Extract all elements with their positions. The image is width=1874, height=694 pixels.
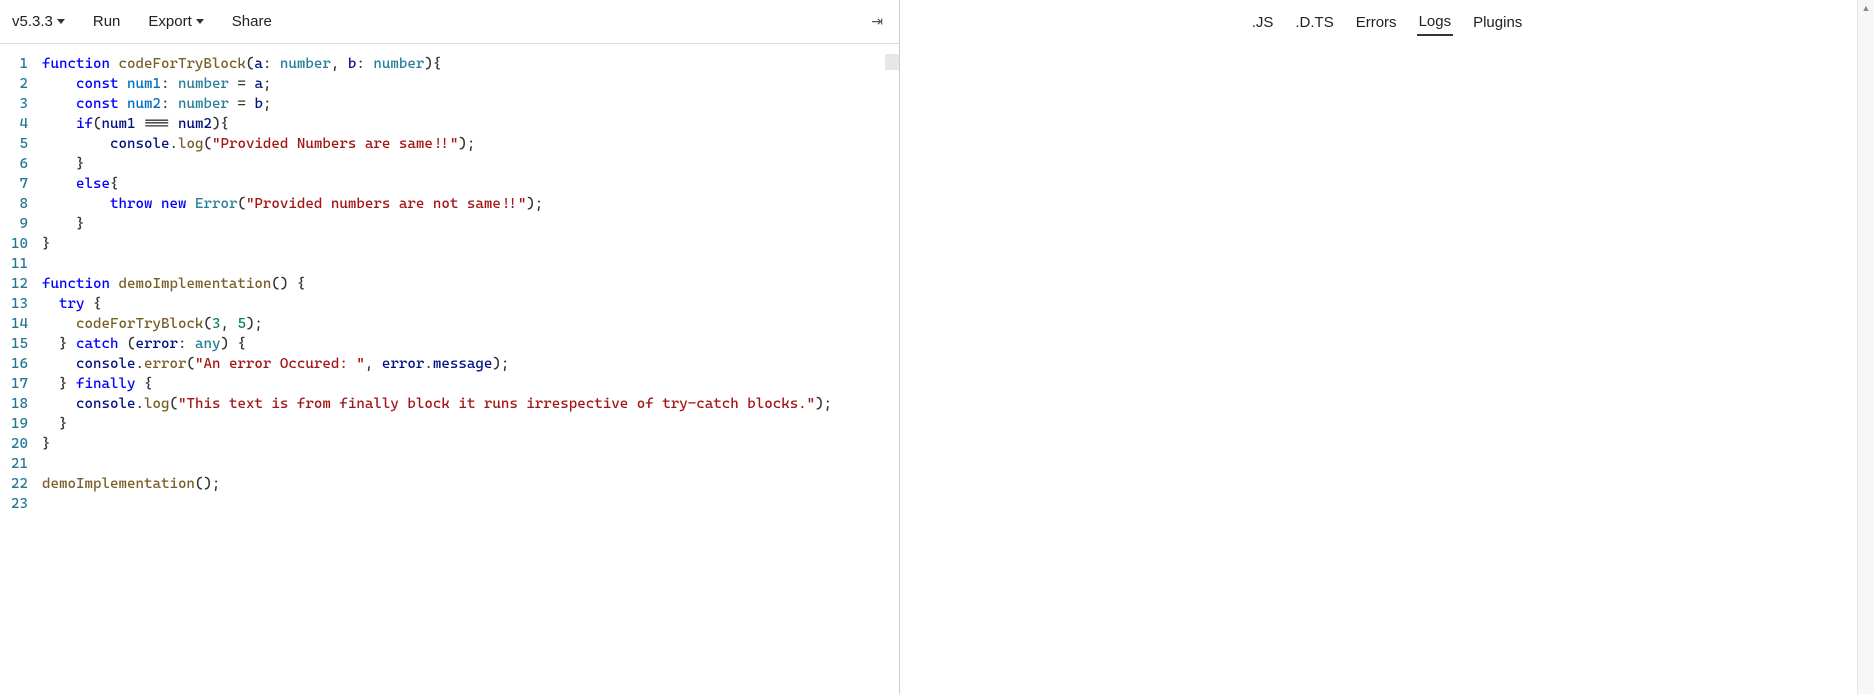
- code-line[interactable]: } catch (error: any) {: [42, 334, 899, 354]
- tab-plugins[interactable]: Plugins: [1471, 10, 1524, 35]
- line-number: 4: [0, 114, 28, 134]
- line-number: 2: [0, 74, 28, 94]
- code-line[interactable]: }: [42, 434, 899, 454]
- logs-output: [900, 44, 1874, 694]
- code-line[interactable]: function demoImplementation() {: [42, 274, 899, 294]
- line-number: 23: [0, 494, 28, 514]
- tab-js-label: .JS: [1252, 14, 1274, 31]
- tab-plugins-label: Plugins: [1473, 14, 1522, 31]
- line-number: 22: [0, 474, 28, 494]
- line-number: 12: [0, 274, 28, 294]
- share-button[interactable]: Share: [232, 13, 272, 30]
- code-line[interactable]: [42, 254, 899, 274]
- code-line[interactable]: else{: [42, 174, 899, 194]
- tab-logs-label: Logs: [1419, 13, 1452, 30]
- line-number: 7: [0, 174, 28, 194]
- line-number: 11: [0, 254, 28, 274]
- editor-panel: v5.3.3 Run Export Share ⇥ 12345678910111…: [0, 0, 900, 694]
- line-number: 16: [0, 354, 28, 374]
- line-number: 19: [0, 414, 28, 434]
- output-tabs: .JS .D.TS Errors Logs Plugins: [900, 0, 1874, 44]
- collapse-panel-icon[interactable]: ⇥: [867, 9, 887, 34]
- share-label: Share: [232, 13, 272, 30]
- run-button[interactable]: Run: [93, 13, 121, 30]
- code-line[interactable]: const num1: number = a;: [42, 74, 899, 94]
- line-number: 3: [0, 94, 28, 114]
- code-line[interactable]: if(num1 === num2){: [42, 114, 899, 134]
- editor-toolbar: v5.3.3 Run Export Share ⇥: [0, 0, 899, 44]
- code-line[interactable]: }: [42, 414, 899, 434]
- line-number: 21: [0, 454, 28, 474]
- version-dropdown[interactable]: v5.3.3: [12, 13, 65, 30]
- vertical-scrollbar[interactable]: ▲: [1857, 0, 1874, 694]
- line-number: 8: [0, 194, 28, 214]
- code-editor[interactable]: 1234567891011121314151617181920212223 fu…: [0, 44, 899, 694]
- tab-js[interactable]: .JS: [1250, 10, 1276, 35]
- line-number: 13: [0, 294, 28, 314]
- export-label: Export: [148, 13, 191, 30]
- tab-logs[interactable]: Logs: [1417, 9, 1454, 36]
- tab-errors-label: Errors: [1356, 14, 1397, 31]
- code-line[interactable]: }: [42, 154, 899, 174]
- code-line[interactable]: }: [42, 234, 899, 254]
- code-line[interactable]: console.error("An error Occured: ", erro…: [42, 354, 899, 374]
- line-number: 15: [0, 334, 28, 354]
- chevron-down-icon: [196, 19, 204, 24]
- code-line[interactable]: demoImplementation();: [42, 474, 899, 494]
- tab-errors[interactable]: Errors: [1354, 10, 1399, 35]
- code-line[interactable]: }: [42, 214, 899, 234]
- code-line[interactable]: try {: [42, 294, 899, 314]
- code-line[interactable]: console.log("This text is from finally b…: [42, 394, 899, 414]
- export-dropdown[interactable]: Export: [148, 13, 203, 30]
- app-root: v5.3.3 Run Export Share ⇥ 12345678910111…: [0, 0, 1874, 694]
- line-number: 17: [0, 374, 28, 394]
- line-number: 5: [0, 134, 28, 154]
- code-area[interactable]: function codeForTryBlock(a: number, b: n…: [42, 54, 899, 694]
- chevron-down-icon: [57, 19, 65, 24]
- line-number: 14: [0, 314, 28, 334]
- code-line[interactable]: const num2: number = b;: [42, 94, 899, 114]
- scroll-up-icon[interactable]: ▲: [1862, 0, 1871, 16]
- code-line[interactable]: [42, 494, 899, 514]
- code-line[interactable]: } finally {: [42, 374, 899, 394]
- version-label: v5.3.3: [12, 13, 53, 30]
- line-number: 10: [0, 234, 28, 254]
- code-line[interactable]: [42, 454, 899, 474]
- line-number: 1: [0, 54, 28, 74]
- code-line[interactable]: console.log("Provided Numbers are same!!…: [42, 134, 899, 154]
- code-line[interactable]: function codeForTryBlock(a: number, b: n…: [42, 54, 899, 74]
- line-number-gutter: 1234567891011121314151617181920212223: [0, 54, 42, 694]
- run-label: Run: [93, 13, 121, 30]
- line-number: 9: [0, 214, 28, 234]
- line-number: 18: [0, 394, 28, 414]
- code-line[interactable]: codeForTryBlock(3, 5);: [42, 314, 899, 334]
- tab-dts-label: .D.TS: [1295, 14, 1333, 31]
- output-panel: .JS .D.TS Errors Logs Plugins ▲: [900, 0, 1874, 694]
- line-number: 20: [0, 434, 28, 454]
- code-line[interactable]: throw new Error("Provided numbers are no…: [42, 194, 899, 214]
- line-number: 6: [0, 154, 28, 174]
- tab-dts[interactable]: .D.TS: [1293, 10, 1335, 35]
